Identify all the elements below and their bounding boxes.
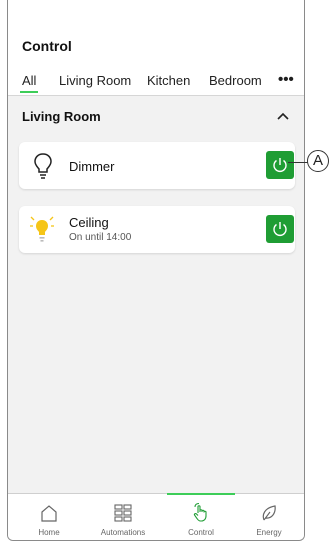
nav-label: Control xyxy=(188,528,214,537)
nav-control[interactable]: Control xyxy=(167,493,235,540)
nav-home[interactable]: Home xyxy=(15,494,83,540)
tab-kitchen[interactable]: Kitchen xyxy=(147,73,190,88)
page-title: Control xyxy=(22,38,72,54)
hand-touch-icon xyxy=(193,503,207,522)
nav-energy[interactable]: Energy xyxy=(235,494,303,540)
tab-living-room[interactable]: Living Room xyxy=(59,73,131,88)
bottom-navigation: Home Automations Control Energy xyxy=(8,493,304,540)
callout-marker: A xyxy=(307,150,329,172)
power-button[interactable] xyxy=(266,215,294,243)
more-tabs-button[interactable]: ••• xyxy=(278,71,294,88)
nav-label: Automations xyxy=(100,528,146,537)
lightbulb-glowing-icon xyxy=(30,216,54,242)
app-header: Control All Living Room Kitchen Bedroom … xyxy=(8,0,304,96)
grid-icon xyxy=(114,504,132,522)
device-status: On until 14:00 xyxy=(69,232,132,243)
power-icon xyxy=(273,158,287,172)
callout-line xyxy=(288,162,308,163)
nav-label: Home xyxy=(38,528,60,537)
room-tabs: All Living Room Kitchen Bedroom ••• xyxy=(8,71,304,95)
power-icon xyxy=(273,222,287,236)
device-name: Dimmer xyxy=(69,159,115,174)
nav-label: Energy xyxy=(256,528,282,537)
lightbulb-outline-icon xyxy=(34,153,52,179)
section-title: Living Room xyxy=(22,109,101,124)
tab-bedroom[interactable]: Bedroom xyxy=(209,73,262,88)
device-card-dimmer[interactable]: Dimmer xyxy=(19,142,295,189)
device-name: Ceiling xyxy=(69,215,109,230)
leaf-icon xyxy=(262,505,276,521)
power-button[interactable] xyxy=(266,151,294,179)
tab-all[interactable]: All xyxy=(19,73,39,93)
nav-automations[interactable]: Automations xyxy=(89,494,157,540)
chevron-up-icon[interactable] xyxy=(276,110,290,122)
house-icon xyxy=(41,505,57,522)
phone-screen: Control All Living Room Kitchen Bedroom … xyxy=(7,0,305,541)
device-card-ceiling[interactable]: Ceiling On until 14:00 xyxy=(19,206,295,253)
